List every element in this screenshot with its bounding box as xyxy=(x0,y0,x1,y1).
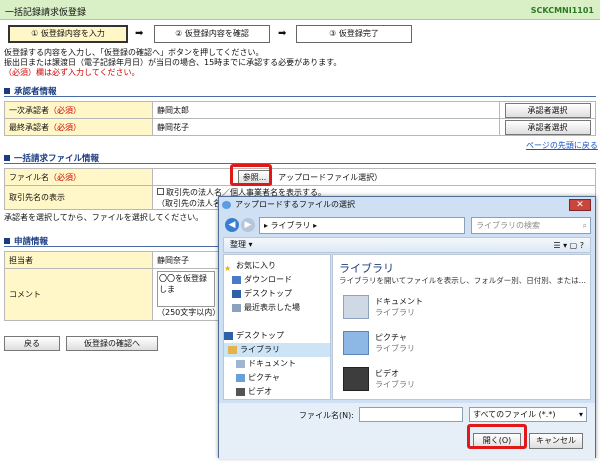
dialog-footer: ファイル名(N): すべてのファイル (*.*) ▾ 開く(O) キャンセル xyxy=(219,403,595,459)
select-approver-1-button[interactable]: 承認者選択 xyxy=(504,102,591,118)
nav-video[interactable]: ビデオ xyxy=(224,385,330,399)
library-item[interactable]: ビデオ ライブラリ xyxy=(375,368,415,390)
download-icon xyxy=(232,275,241,284)
approver-2-label: 最終承認者（必須） xyxy=(4,118,153,136)
back-button[interactable]: 戻る xyxy=(4,336,60,351)
address-bar[interactable]: ▸ ライブラリ ▸ xyxy=(259,217,465,234)
comment-textarea[interactable]: 〇〇を仮登録しま xyxy=(157,271,215,307)
picture-icon xyxy=(236,373,245,382)
organize-menu[interactable]: 整理 ▾ xyxy=(230,240,253,249)
filename-label: ファイル名(N): xyxy=(299,411,354,420)
desktop-icon xyxy=(224,331,233,340)
highlight-browse xyxy=(230,164,272,186)
instructions: 仮登録する内容を入力し、「仮登録の確認へ」ボタンを押してください。 振出日または… xyxy=(4,48,342,77)
back-arrow-icon[interactable]: ◀ xyxy=(225,218,239,232)
document-icon xyxy=(236,359,245,368)
select-approver-2-button[interactable]: 承認者選択 xyxy=(504,119,591,135)
forward-arrow-icon[interactable]: ▶ xyxy=(241,218,255,232)
table-row: ファイル名（必須） 参照... アップロードファイル選択） xyxy=(4,168,596,186)
approver-2-value: 静岡花子 xyxy=(152,118,500,136)
highlight-open xyxy=(467,424,527,449)
search-input[interactable]: ライブラリの検索 ⌕ xyxy=(471,217,591,234)
dialog-titlebar: アップロードするファイルの選択 ✕ xyxy=(219,197,595,213)
document-icon xyxy=(343,295,369,319)
page-top-link[interactable]: ページの先頭に戻る xyxy=(526,140,598,151)
nav-pictures[interactable]: ピクチャ xyxy=(224,371,330,385)
approver-1-value: 静岡太郎 xyxy=(152,101,500,119)
person-label: 担当者 xyxy=(4,251,153,269)
video-icon xyxy=(343,367,369,391)
page-title: 一括記録請求仮登録 xyxy=(5,8,87,18)
nav-desktop[interactable]: デスクトップ xyxy=(224,329,330,343)
approver-1-label: 一次承認者（必須） xyxy=(4,101,153,119)
dialog-title: アップロードするファイルの選択 xyxy=(235,200,355,209)
library-pane: ライブラリ ライブラリを開いてファイルを表示し、フォルダー別、日付別、または..… xyxy=(332,254,591,400)
nav-documents[interactable]: ドキュメント xyxy=(224,357,330,371)
show-name-checkbox[interactable] xyxy=(157,187,164,195)
divider xyxy=(4,163,596,164)
table-row: 一次承認者（必須） 静岡太郎 承認者選択 xyxy=(4,101,596,119)
divider xyxy=(4,96,596,97)
nav-downloads[interactable]: ダウンロード xyxy=(224,273,330,287)
table-row: 最終承認者（必須） 静岡花子 承認者選択 xyxy=(4,118,596,136)
display-label: 取引先名の表示 xyxy=(4,185,153,210)
address-path: ▸ ライブラリ ▸ xyxy=(264,221,318,230)
file-label: ファイル名（必須） xyxy=(4,168,153,186)
step-1: ① 仮登録内容を入力 xyxy=(8,25,128,43)
step-3: ③ 仮登録完了 xyxy=(296,25,412,43)
filename-input[interactable] xyxy=(359,407,463,422)
nav-desktop-fav[interactable]: デスクトップ xyxy=(224,287,330,301)
view-icons[interactable]: ☰ ▾ ▢ ? xyxy=(553,239,584,253)
library-icon xyxy=(228,345,237,354)
page-header: 一括記録請求仮登録 SCKCMNI1101 xyxy=(0,0,600,20)
file-note: 承認者を選択してから、ファイルを選択してください。 xyxy=(4,213,204,222)
app-icon xyxy=(222,201,231,209)
star-icon: ★ xyxy=(224,263,232,273)
nav-library[interactable]: ライブラリ xyxy=(224,343,330,357)
close-icon[interactable]: ✕ xyxy=(569,199,591,211)
library-item[interactable]: ドキュメント ライブラリ xyxy=(375,296,423,318)
upload-text: アップロードファイル選択） xyxy=(278,172,383,182)
nav-favorites[interactable]: ★ お気に入り xyxy=(224,259,330,273)
approver-table: 一次承認者（必須） 静岡太郎 承認者選択 最終承認者（必須） 静岡花子 承認者選… xyxy=(4,101,596,136)
picture-icon xyxy=(343,331,369,355)
confirm-button[interactable]: 仮登録の確認へ xyxy=(66,336,158,351)
filetype-select[interactable]: すべてのファイル (*.*) ▾ xyxy=(469,407,587,422)
video-icon xyxy=(236,387,245,396)
library-item[interactable]: ピクチャ ライブラリ xyxy=(375,332,415,354)
step-arrow-icon: ➡ xyxy=(278,28,287,39)
step-2: ② 仮登録内容を確認 xyxy=(154,25,270,43)
cancel-button[interactable]: キャンセル xyxy=(529,433,583,449)
step-arrow-icon: ➡ xyxy=(135,28,144,39)
desktop-icon xyxy=(232,289,241,298)
library-desc: ライブラリを開いてファイルを表示し、フォルダー別、日付別、または... xyxy=(339,276,586,285)
library-title: ライブラリ xyxy=(339,262,394,275)
file-dialog: アップロードするファイルの選択 ✕ ◀ ▶ ▸ ライブラリ ▸ ライブラリの検索… xyxy=(218,196,596,459)
search-icon: ⌕ xyxy=(582,221,587,230)
dialog-toolbar: 整理 ▾ ☰ ▾ ▢ ? xyxy=(223,237,591,253)
comment-label: コメント xyxy=(4,268,153,321)
screen-code: SCKCMNI1101 xyxy=(530,6,594,15)
nav-recent[interactable]: 最近表示した場 xyxy=(224,301,330,315)
recent-icon xyxy=(232,303,241,312)
chevron-down-icon: ▾ xyxy=(578,410,583,419)
nav-pane: ★ お気に入り ダウンロード デスクトップ 最近表示した場 デスクトップ ライブラ… xyxy=(223,254,331,400)
